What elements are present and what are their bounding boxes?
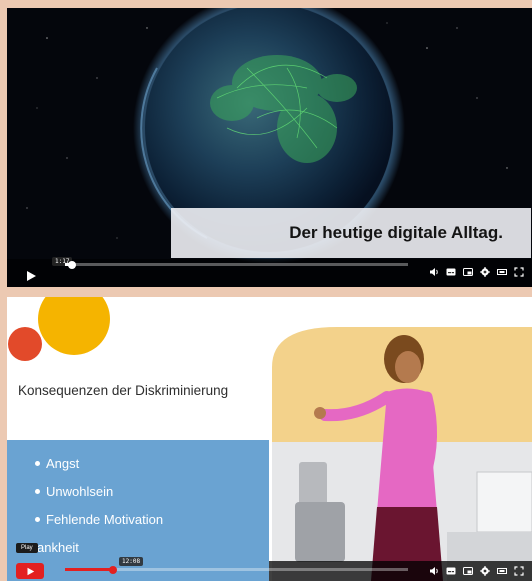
play-icon [27, 567, 34, 575]
progress-bar[interactable] [65, 565, 408, 574]
volume-icon[interactable] [429, 267, 439, 277]
bullet-dot [35, 489, 40, 494]
progress-bar[interactable] [65, 260, 408, 269]
caption-box: Der heutige digitale Alltag. [171, 208, 531, 258]
scrub-handle[interactable] [67, 260, 76, 269]
theater-icon[interactable] [497, 566, 507, 576]
subtitles-icon[interactable] [446, 267, 456, 277]
list-item: Angst [35, 457, 163, 485]
subtitles-icon[interactable] [446, 566, 456, 576]
right-controls [429, 566, 524, 576]
bullet-list: Angst Unwohlsein Fehlende Motivation Kra… [24, 457, 163, 569]
volume-icon[interactable] [429, 566, 439, 576]
player-controls [7, 259, 532, 287]
list-item: Unwohlsein [35, 485, 163, 513]
video-caption: Der heutige digitale Alltag. [289, 223, 503, 242]
miniplayer-icon[interactable] [463, 566, 473, 576]
gear-icon[interactable] [480, 566, 490, 576]
fullscreen-icon[interactable] [514, 267, 524, 277]
fullscreen-icon[interactable] [514, 566, 524, 576]
play-button[interactable] [16, 563, 44, 579]
video-player-1[interactable]: Der heutige digitale Alltag. 1:17 [7, 8, 532, 287]
bullet-dot [35, 517, 40, 522]
theater-icon[interactable] [497, 267, 507, 277]
player-controls [7, 561, 532, 581]
miniplayer-icon[interactable] [463, 267, 473, 277]
play-button[interactable] [25, 267, 37, 286]
play-icon [27, 271, 36, 281]
play-tooltip: Play [16, 543, 38, 553]
list-item: Fehlende Motivation [35, 513, 163, 541]
right-controls [429, 267, 524, 277]
scrub-handle[interactable] [109, 565, 118, 574]
slide-heading: Konsequenzen der Diskriminierung [18, 383, 229, 398]
gear-icon[interactable] [480, 267, 490, 277]
video-player-2[interactable]: Konsequenzen der Diskriminierung Angst U… [7, 297, 532, 581]
bullet-dot [35, 461, 40, 466]
progress-fill [65, 568, 114, 571]
